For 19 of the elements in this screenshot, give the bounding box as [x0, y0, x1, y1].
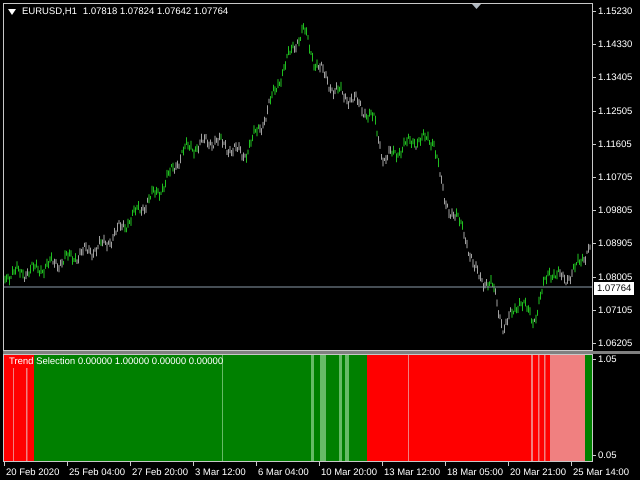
price-axis-label: 1.08005	[593, 272, 632, 283]
price-axis-label: 1.12505	[593, 106, 632, 117]
shift-marker-icon[interactable]	[472, 4, 481, 9]
price-axis-label: 1.07105	[593, 304, 632, 316]
price-axis-label: 1.15230	[593, 6, 632, 17]
price-axis-label: 1.10705	[593, 172, 632, 183]
price-axis-label: 1.08905	[593, 238, 632, 250]
dropdown-icon[interactable]	[8, 8, 16, 14]
indicator-axis-label: 1.05	[593, 354, 616, 365]
indicator-title: Trend Selection 0.00000 1.00000 0.00000 0.00000	[9, 356, 224, 367]
ohlc-values: 1.07818 1.07824 1.07642 1.07764	[82, 6, 228, 17]
current-price-label: 1.07764	[594, 282, 634, 295]
price-axis-label: 1.13405	[593, 72, 632, 84]
indicator-axis-label: 0.05	[593, 450, 616, 461]
symbol-title: EURUSD,H1	[22, 6, 77, 17]
price-axis-label: 1.06205	[593, 338, 632, 349]
price-axis-label: 1.09805	[593, 205, 632, 216]
price-axis-label: 1.11605	[593, 138, 632, 150]
price-axis-label: 1.14330	[593, 39, 632, 50]
